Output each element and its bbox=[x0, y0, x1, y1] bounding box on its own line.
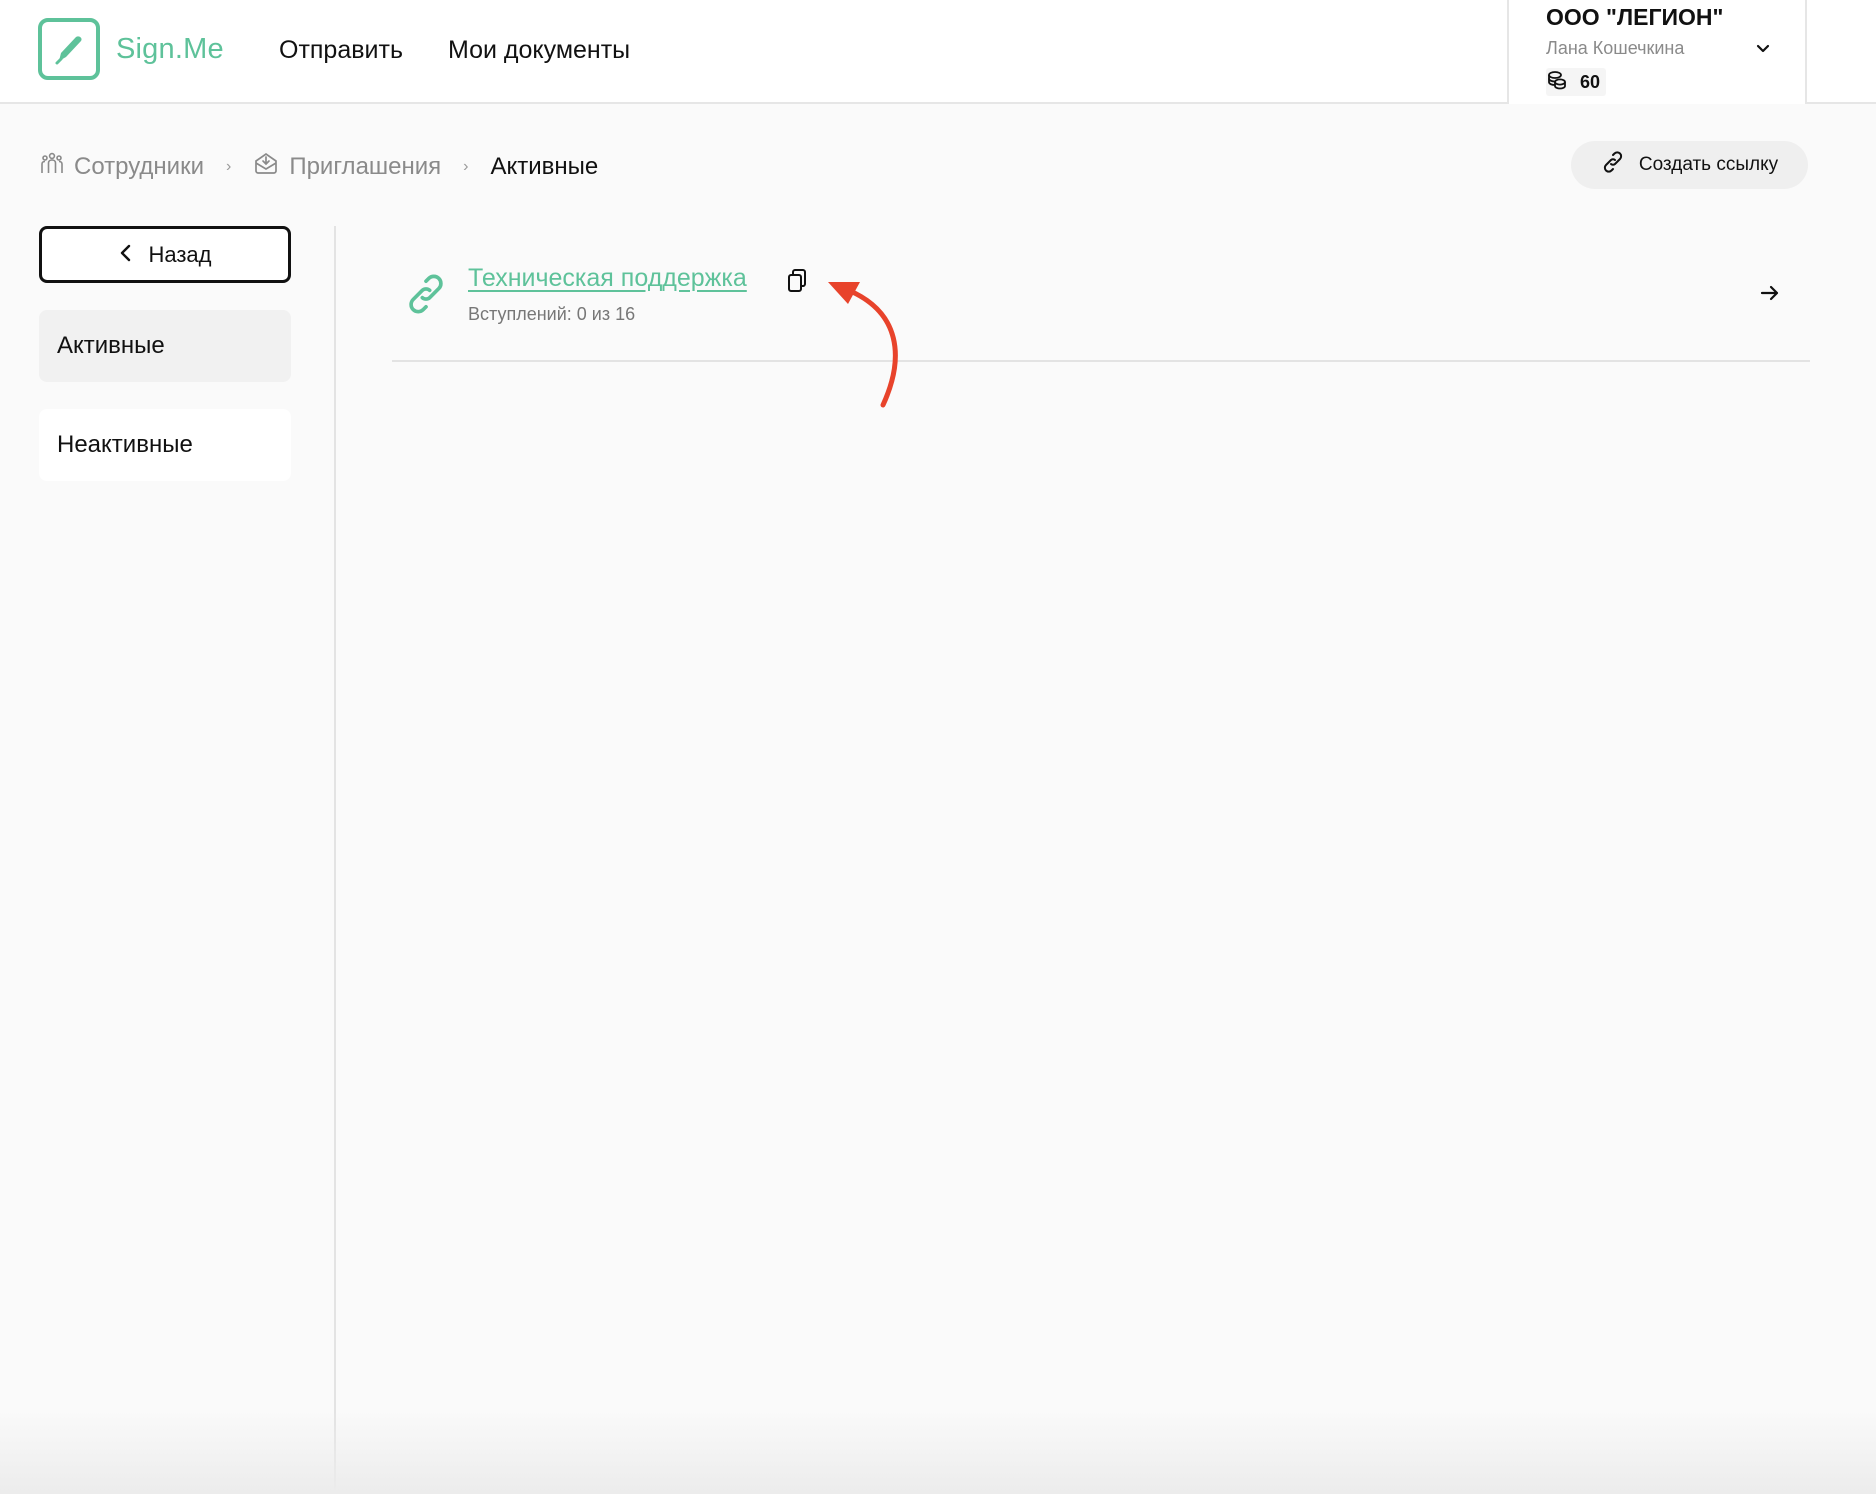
link-icon bbox=[1601, 150, 1625, 180]
nav-send[interactable]: Отправить bbox=[279, 36, 403, 65]
invite-row[interactable]: Техническая поддержка Вступлений: 0 из 1… bbox=[392, 250, 1810, 362]
app-logo[interactable]: Sign.Me bbox=[38, 18, 224, 80]
breadcrumb-invites[interactable]: Приглашения bbox=[253, 150, 441, 183]
sidebar-divider bbox=[334, 226, 336, 1494]
sidebar-item-active[interactable]: Активные bbox=[39, 310, 291, 382]
balance-value: 60 bbox=[1580, 71, 1601, 92]
chevron-down-icon[interactable] bbox=[1754, 40, 1772, 63]
people-icon bbox=[40, 151, 64, 182]
top-header: Sign.Me Отправить Мои документы ООО "ЛЕГ… bbox=[0, 0, 1876, 104]
sidebar-item-inactive[interactable]: Неактивные bbox=[39, 409, 291, 481]
breadcrumb-employees[interactable]: Сотрудники bbox=[40, 151, 204, 182]
breadcrumb-label: Приглашения bbox=[289, 152, 442, 180]
user-name: Лана Кошечкина bbox=[1546, 38, 1685, 58]
account-switcher[interactable]: ООО "ЛЕГИОН" Лана Кошечкина 60 bbox=[1507, 0, 1807, 104]
bottom-fade bbox=[0, 1410, 1876, 1494]
logo-text: Sign.Me bbox=[116, 32, 224, 65]
coins-icon bbox=[1546, 69, 1568, 96]
logo-pen-icon bbox=[38, 18, 100, 80]
main-nav: Отправить Мои документы bbox=[279, 36, 630, 65]
breadcrumb: Сотрудники › Приглашения › Активные bbox=[40, 150, 598, 183]
invite-icon bbox=[253, 150, 279, 183]
back-label: Назад bbox=[148, 241, 212, 267]
sidebar-item-label: Неактивные bbox=[57, 431, 193, 458]
nav-my-documents[interactable]: Мои документы bbox=[448, 36, 630, 65]
balance-badge: 60 bbox=[1546, 68, 1607, 96]
create-link-button[interactable]: Создать ссылку bbox=[1571, 141, 1808, 189]
create-link-label: Создать ссылку bbox=[1638, 154, 1779, 175]
breadcrumb-current: Активные bbox=[491, 153, 599, 181]
link-icon bbox=[404, 272, 448, 321]
org-name: ООО "ЛЕГИОН" bbox=[1546, 4, 1724, 30]
arrow-right-icon[interactable] bbox=[1760, 284, 1780, 307]
breadcrumb-label: Активные bbox=[490, 152, 599, 180]
back-button[interactable]: Назад bbox=[39, 226, 291, 283]
sidebar-item-label: Активные bbox=[57, 332, 165, 359]
breadcrumb-label: Сотрудники bbox=[74, 152, 204, 180]
annotation-arrow-icon bbox=[828, 282, 898, 408]
breadcrumb-separator-icon: › bbox=[463, 157, 469, 175]
invite-title-link[interactable]: Техническая поддержка bbox=[468, 264, 747, 293]
breadcrumb-separator-icon: › bbox=[226, 157, 232, 175]
copy-icon[interactable] bbox=[785, 268, 809, 299]
chevron-left-icon bbox=[118, 242, 134, 268]
invite-joins-count: Вступлений: 0 из 16 bbox=[468, 304, 636, 324]
